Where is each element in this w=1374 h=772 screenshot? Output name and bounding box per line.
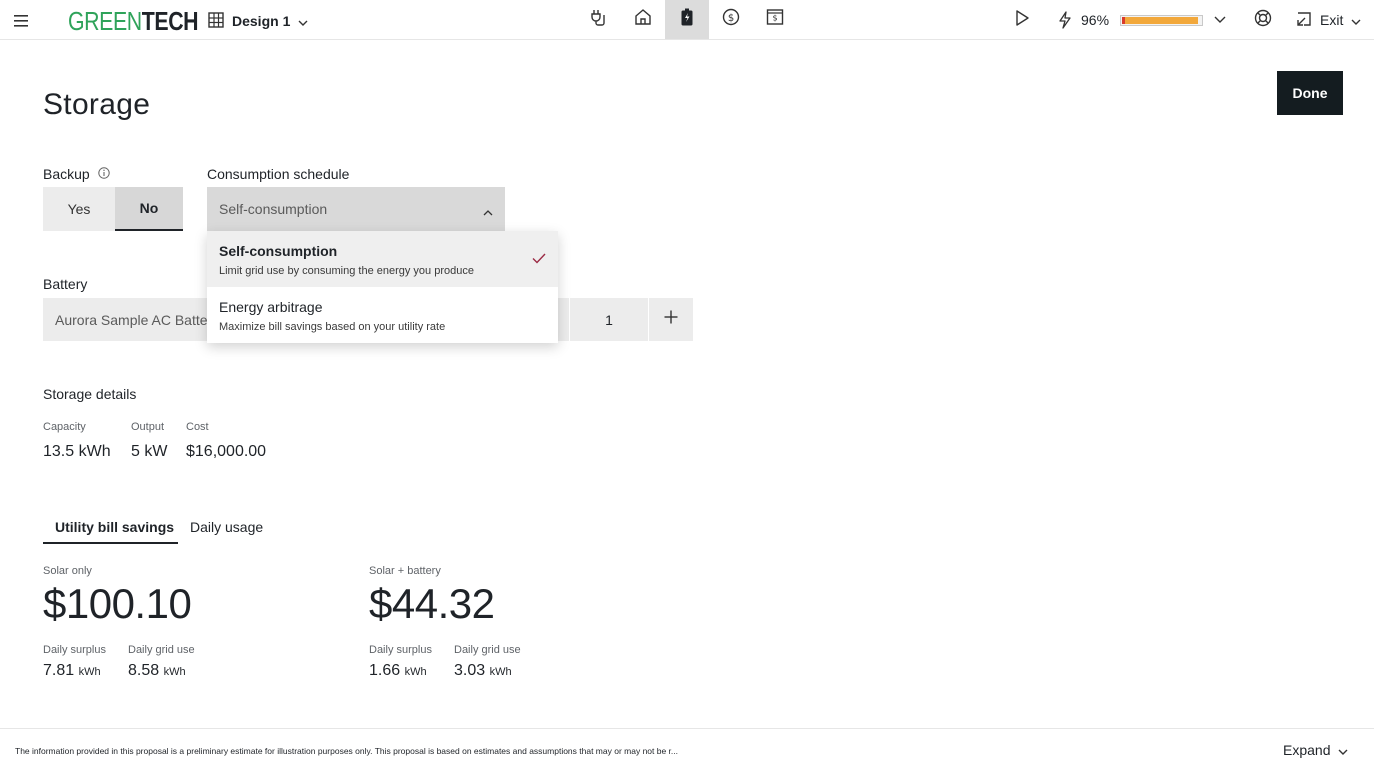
option-self-consumption[interactable]: Self-consumption Limit grid use by consu…: [207, 231, 558, 287]
proposal-icon: $: [766, 8, 784, 31]
consumption-schedule-select[interactable]: Self-consumption: [207, 187, 505, 231]
storage-details-heading: Storage details: [43, 386, 137, 402]
home-icon: [634, 8, 652, 31]
dollar-icon: $: [722, 8, 740, 31]
svg-text:$: $: [772, 14, 777, 23]
solar-battery-label: Solar + battery: [369, 565, 441, 577]
chevron-down-icon: [1338, 742, 1348, 758]
option-description: Maximize bill savings based on your util…: [219, 321, 446, 333]
capacity-label: Capacity: [43, 421, 86, 433]
exit-label: Exit: [1320, 12, 1344, 28]
logo-part2: TECH: [141, 6, 199, 36]
bolt-icon: [1057, 9, 1073, 31]
nav-plug-button[interactable]: [576, 0, 620, 39]
grid-value: 8.58: [128, 662, 160, 679]
expand-button[interactable]: Expand: [1283, 742, 1348, 758]
consumption-schedule-label: Consumption schedule: [207, 166, 350, 182]
unit: kWh: [404, 666, 427, 678]
footer: The information provided in this proposa…: [0, 728, 1374, 772]
play-button[interactable]: [1013, 9, 1031, 31]
battery-quantity-input[interactable]: 1: [570, 298, 648, 341]
expand-label: Expand: [1283, 742, 1331, 758]
svg-text:$: $: [728, 13, 734, 24]
solar-battery-surplus: 1.66 kWh: [369, 662, 427, 680]
info-icon[interactable]: [98, 166, 110, 179]
chevron-up-icon: [483, 203, 493, 219]
cost-value: $16,000.00: [186, 443, 267, 460]
check-icon: [532, 251, 546, 269]
consumption-dropdown-menu: Self-consumption Limit grid use by consu…: [207, 231, 558, 343]
capacity-value: 13.5 kWh: [43, 443, 111, 460]
tab-utility-bill-savings[interactable]: Utility bill savings: [55, 519, 174, 535]
solar-only-surplus: 7.81 kWh: [43, 662, 101, 680]
production-progress-bar: [1120, 15, 1203, 26]
surplus-value: 7.81: [43, 662, 75, 679]
solar-only-surplus-label: Daily surplus: [43, 644, 106, 656]
solar-only-grid: 8.58 kWh: [128, 662, 186, 680]
design-selector[interactable]: Design 1: [208, 10, 308, 32]
disclaimer-text: The information provided in this proposa…: [15, 746, 679, 756]
cost-label: Cost: [186, 421, 209, 433]
consumption-selected-value: Self-consumption: [219, 201, 328, 217]
backup-no-button[interactable]: No: [115, 187, 183, 231]
output-label: Output: [131, 421, 165, 433]
plus-icon: [664, 310, 678, 329]
solar-battery-grid: 3.03 kWh: [454, 662, 512, 680]
design-name: Design 1: [232, 13, 291, 29]
option-description: Limit grid use by consuming the energy y…: [219, 265, 474, 277]
solar-battery-grid-label: Daily grid use: [454, 644, 521, 656]
nav-financing-button[interactable]: $: [709, 0, 753, 39]
option-title: Energy arbitrage: [219, 299, 323, 315]
unit: kWh: [78, 666, 101, 678]
progress-fill: [1122, 17, 1198, 24]
solar-only-label: Solar only: [43, 565, 92, 577]
solar-only-grid-label: Daily grid use: [128, 644, 195, 656]
chevron-down-icon: [1214, 11, 1226, 29]
solar-battery-surplus-label: Daily surplus: [369, 644, 432, 656]
tab-daily-usage[interactable]: Daily usage: [190, 519, 263, 535]
logo: GREENTECH: [68, 6, 199, 37]
production-dropdown-button[interactable]: [1214, 9, 1226, 31]
chevron-down-icon: [298, 13, 308, 29]
grid-value: 3.03: [454, 662, 486, 679]
solar-only-amount: $100.10: [43, 580, 192, 627]
nav-battery-button[interactable]: [665, 0, 709, 39]
unit: kWh: [163, 666, 186, 678]
unit: kWh: [489, 666, 512, 678]
option-title: Self-consumption: [219, 243, 338, 259]
option-energy-arbitrage[interactable]: Energy arbitrage Maximize bill savings b…: [207, 287, 558, 343]
backup-label: Backup: [43, 166, 90, 182]
chevron-down-icon: [1351, 12, 1361, 28]
done-button[interactable]: Done: [1277, 71, 1343, 115]
output-value: 5 kW: [131, 443, 168, 460]
logo-part1: GREEN: [68, 6, 142, 36]
help-button[interactable]: [1254, 9, 1272, 31]
active-tab-underline: [43, 542, 178, 544]
plug-icon: [589, 8, 607, 31]
exit-button[interactable]: Exit: [1296, 9, 1361, 31]
menu-icon[interactable]: [8, 8, 34, 34]
page-title: Storage: [43, 88, 151, 121]
backup-yes-button[interactable]: Yes: [43, 187, 115, 231]
battery-label: Battery: [43, 276, 88, 292]
surplus-value: 1.66: [369, 662, 401, 679]
grid-icon: [208, 11, 224, 31]
quantity-increment-button[interactable]: [649, 298, 693, 341]
solar-battery-amount: $44.32: [369, 580, 495, 627]
top-bar: GREENTECH Design 1 $ $ 96% Exit: [0, 0, 1374, 40]
nav-proposal-button[interactable]: $: [753, 0, 797, 39]
battery-model: Aurora Sample AC Battery: [55, 311, 220, 328]
play-icon: [1013, 9, 1031, 32]
nav-home-button[interactable]: [621, 0, 665, 39]
lifebuoy-icon: [1254, 9, 1272, 32]
progress-cap: [1122, 17, 1125, 24]
exit-icon: [1296, 11, 1312, 30]
battery-icon: [680, 8, 694, 31]
production-percent: 96%: [1081, 12, 1110, 28]
